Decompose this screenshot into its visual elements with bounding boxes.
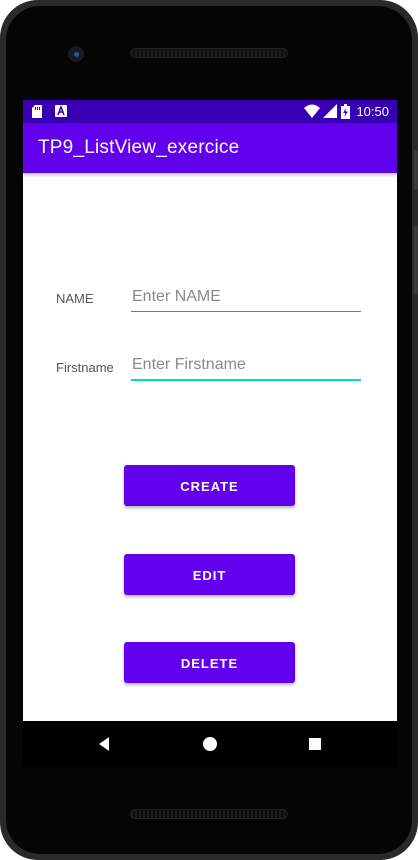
delete-button[interactable]: DELETE <box>124 642 295 683</box>
name-label: NAME <box>56 291 94 306</box>
signal-icon <box>323 104 337 121</box>
sd-card-icon <box>32 105 42 121</box>
top-speaker <box>130 48 288 58</box>
battery-charging-icon <box>341 104 350 122</box>
recents-icon[interactable] <box>305 734 325 754</box>
name-input[interactable] <box>131 282 361 312</box>
create-button[interactable]: CREATE <box>124 465 295 506</box>
firstname-input[interactable] <box>131 351 361 381</box>
status-time: 10:50 <box>356 104 389 119</box>
home-icon[interactable] <box>200 734 220 754</box>
app-bar: TP9_ListView_exercice <box>23 123 397 173</box>
phone-frame: 10:50 TP9_ListView_exercice NAME Firstna… <box>0 0 418 860</box>
navigation-bar <box>23 721 397 767</box>
firstname-label: Firstname <box>56 360 114 375</box>
wifi-icon <box>304 104 320 121</box>
a-notification-icon <box>55 104 67 120</box>
edit-button[interactable]: EDIT <box>124 554 295 595</box>
status-bar: 10:50 <box>23 100 397 123</box>
back-icon[interactable] <box>95 734 115 754</box>
volume-button <box>414 225 418 295</box>
front-camera <box>68 46 84 62</box>
power-button <box>414 150 418 190</box>
screen: 10:50 TP9_ListView_exercice NAME Firstna… <box>23 100 397 721</box>
app-title: TP9_ListView_exercice <box>38 137 240 158</box>
bottom-speaker <box>130 809 288 819</box>
